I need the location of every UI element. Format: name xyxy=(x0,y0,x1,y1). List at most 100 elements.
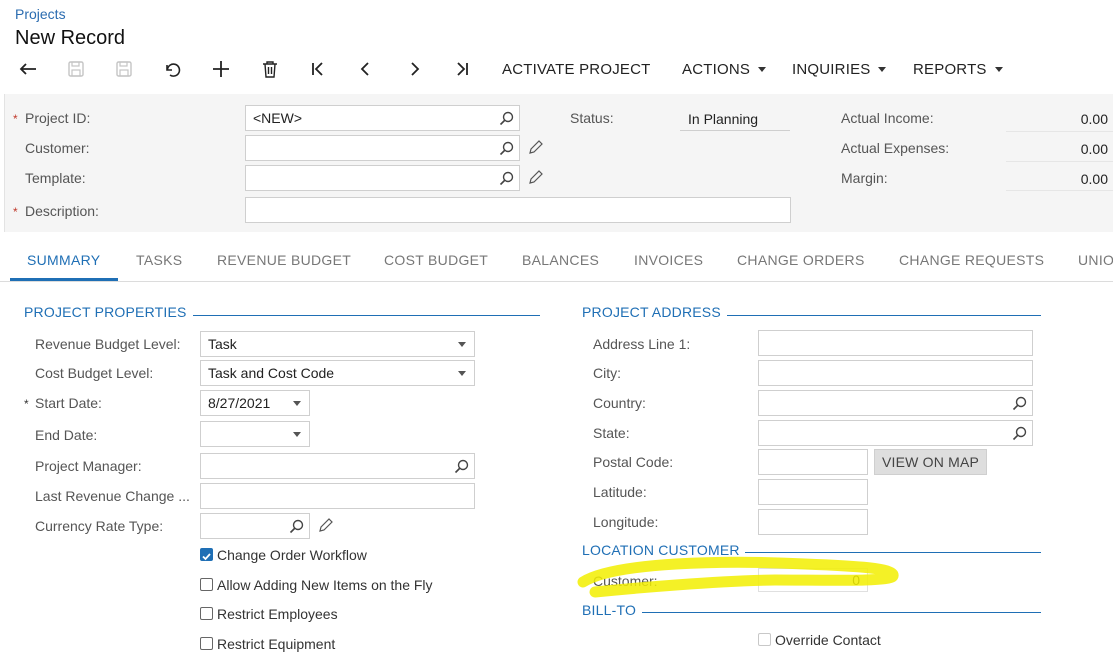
add-icon[interactable] xyxy=(208,52,234,86)
project-address-title: PROJECT ADDRESS xyxy=(582,304,721,320)
cost-budget-level-select[interactable]: Task and Cost Code xyxy=(200,360,475,386)
edit-pencil-icon[interactable] xyxy=(528,169,544,185)
postal-code-label: Postal Code: xyxy=(593,454,674,470)
description-input[interactable] xyxy=(245,197,791,223)
chevron-down-icon xyxy=(458,371,466,376)
customer-input[interactable] xyxy=(245,135,520,161)
tab-summary[interactable]: SUMMARY xyxy=(27,252,100,268)
actual-expenses-value: 0.00 xyxy=(1080,141,1108,157)
postal-code-input[interactable] xyxy=(758,449,868,475)
chevron-down-icon xyxy=(994,66,1003,72)
allow-adding-items-checkbox[interactable] xyxy=(200,578,213,591)
next-record-icon[interactable] xyxy=(402,52,426,86)
start-date-picker[interactable]: 8/27/2021 xyxy=(200,390,310,416)
country-label: Country: xyxy=(593,395,646,411)
override-contact-checkbox[interactable] xyxy=(758,633,771,646)
tab-unions[interactable]: UNIO xyxy=(1078,252,1113,268)
expenses-underline xyxy=(1006,161,1113,162)
edit-pencil-icon[interactable] xyxy=(318,517,334,533)
save-icon[interactable] xyxy=(112,52,136,86)
country-input[interactable] xyxy=(758,390,1033,416)
view-on-map-button[interactable]: VIEW ON MAP xyxy=(874,449,987,475)
last-revenue-change-input[interactable] xyxy=(200,483,475,509)
description-label: Description: xyxy=(25,203,99,219)
project-manager-input[interactable] xyxy=(200,453,475,479)
state-label: State: xyxy=(593,425,630,441)
checkmark-icon xyxy=(202,553,211,561)
undo-icon[interactable] xyxy=(160,52,184,86)
start-date-label: Start Date: xyxy=(35,395,102,411)
actions-menu[interactable]: ACTIONS xyxy=(682,52,767,86)
restrict-employees-checkbox[interactable] xyxy=(200,607,213,620)
status-value: In Planning xyxy=(688,111,759,127)
search-icon[interactable] xyxy=(499,141,514,156)
revenue-budget-level-select[interactable]: Task xyxy=(200,331,475,357)
location-customer-label: Customer: xyxy=(593,573,658,589)
status-label: Status: xyxy=(570,110,614,126)
margin-label: Margin: xyxy=(841,170,888,186)
tab-invoices[interactable]: INVOICES xyxy=(634,252,703,268)
previous-record-icon[interactable] xyxy=(354,52,378,86)
currency-rate-type-input[interactable] xyxy=(200,513,310,539)
toolbar: ACTIVATE PROJECT ACTIONS INQUIRIES REPOR… xyxy=(0,52,1113,86)
tab-cost-budget[interactable]: COST BUDGET xyxy=(384,252,488,268)
chevron-down-icon xyxy=(878,66,887,72)
tab-tasks[interactable]: TASKS xyxy=(136,252,182,268)
active-tab-indicator xyxy=(10,278,118,281)
search-icon[interactable] xyxy=(1012,426,1027,441)
chevron-down-icon xyxy=(758,66,767,72)
back-arrow-icon[interactable] xyxy=(14,52,42,86)
section-divider xyxy=(193,315,540,316)
chevron-down-icon xyxy=(293,401,301,406)
search-icon[interactable] xyxy=(454,459,469,474)
longitude-label: Longitude: xyxy=(593,514,659,530)
reports-menu[interactable]: REPORTS xyxy=(913,52,1003,86)
tab-change-orders[interactable]: CHANGE ORDERS xyxy=(737,252,865,268)
revenue-budget-level-label: Revenue Budget Level: xyxy=(35,336,181,352)
project-id-label: Project ID: xyxy=(25,110,91,126)
city-input[interactable] xyxy=(758,360,1033,386)
last-record-icon[interactable] xyxy=(450,52,474,86)
activate-project-button[interactable]: ACTIVATE PROJECT xyxy=(502,52,651,86)
reports-menu-label: REPORTS xyxy=(913,60,987,78)
restrict-employees-label: Restrict Employees xyxy=(217,606,338,622)
longitude-input[interactable] xyxy=(758,509,868,535)
inquiries-menu[interactable]: INQUIRIES xyxy=(792,52,887,86)
search-icon[interactable] xyxy=(289,519,304,534)
tab-balances[interactable]: BALANCES xyxy=(522,252,599,268)
project-id-input[interactable]: <NEW> xyxy=(245,105,520,131)
margin-underline xyxy=(1006,190,1113,191)
city-label: City: xyxy=(593,365,621,381)
allow-adding-items-label: Allow Adding New Items on the Fly xyxy=(217,577,433,593)
chevron-down-icon xyxy=(458,342,466,347)
change-order-workflow-checkbox[interactable] xyxy=(200,548,213,561)
address-line-1-input[interactable] xyxy=(758,330,1033,356)
delete-icon[interactable] xyxy=(258,52,282,86)
end-date-label: End Date: xyxy=(35,427,98,443)
edit-pencil-icon[interactable] xyxy=(528,139,544,155)
save-close-icon[interactable] xyxy=(64,52,88,86)
search-icon[interactable] xyxy=(1012,396,1027,411)
breadcrumb[interactable]: Projects xyxy=(15,6,66,22)
actual-expenses-label: Actual Expenses: xyxy=(841,140,950,156)
tab-change-requests[interactable]: CHANGE REQUESTS xyxy=(899,252,1044,268)
chevron-down-icon xyxy=(293,432,301,437)
end-date-picker[interactable] xyxy=(200,421,310,447)
page-title: New Record xyxy=(15,27,126,49)
restrict-equipment-label: Restrict Equipment xyxy=(217,636,336,652)
section-divider xyxy=(642,612,1041,613)
project-properties-title: PROJECT PROPERTIES xyxy=(24,304,187,320)
state-input[interactable] xyxy=(758,420,1033,446)
required-marker: * xyxy=(13,205,18,219)
tab-revenue-budget[interactable]: REVENUE BUDGET xyxy=(217,252,351,268)
bill-to-title: BILL-TO xyxy=(582,602,637,618)
first-record-icon[interactable] xyxy=(306,52,330,86)
last-revenue-change-label: Last Revenue Change ... xyxy=(35,488,190,504)
restrict-equipment-checkbox[interactable] xyxy=(200,637,213,650)
search-icon[interactable] xyxy=(499,171,514,186)
template-input[interactable] xyxy=(245,165,520,191)
revenue-budget-level-value: Task xyxy=(208,336,237,352)
latitude-input[interactable] xyxy=(758,479,868,505)
start-date-value: 8/27/2021 xyxy=(208,395,271,411)
search-icon[interactable] xyxy=(499,111,514,126)
